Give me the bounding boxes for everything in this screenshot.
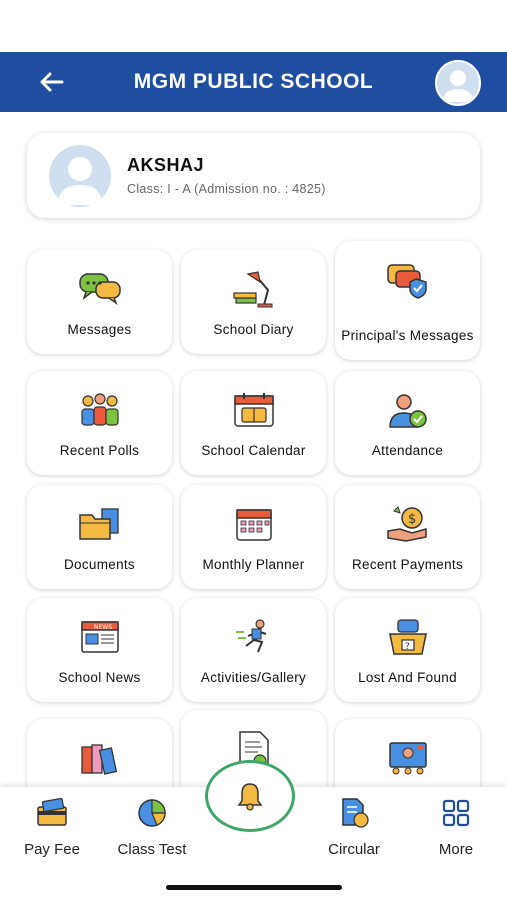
attendance-icon: [388, 394, 427, 428]
tile-label: Recent Polls: [59, 443, 140, 458]
arrow-left-icon: [40, 72, 64, 92]
newspaper-icon: NEWS: [80, 621, 119, 653]
nav-label: Pay Fee: [24, 841, 80, 858]
tile-lost-and-found[interactable]: ? Lost And Found: [335, 598, 480, 702]
tile-school-news[interactable]: NEWS School News: [27, 598, 172, 702]
tile-school-diary[interactable]: School Diary: [181, 250, 326, 354]
nav-pay-fee[interactable]: Pay Fee: [7, 797, 97, 858]
tile-label: Lost And Found: [358, 670, 457, 685]
desk-lamp-icon: [232, 271, 272, 308]
user-avatar-icon: [443, 70, 473, 102]
tile-school-calendar[interactable]: School Calendar: [181, 371, 326, 475]
student-card[interactable]: AKSHAJ Class: I - A (Admission no. : 482…: [27, 133, 480, 218]
chat-bubbles-icon: [78, 273, 121, 306]
svg-text:?: ?: [405, 642, 410, 652]
nav-label: Class Test: [117, 841, 187, 858]
tile-recent-payments[interactable]: $ Recent Payments: [335, 485, 480, 589]
tile-messages[interactable]: Messages: [27, 250, 172, 354]
tile-label: Activities/Gallery: [200, 670, 307, 685]
notifications-button[interactable]: [205, 760, 295, 832]
nav-more[interactable]: More: [411, 797, 501, 858]
tile-activities-gallery[interactable]: Activities/Gallery: [181, 598, 326, 702]
nav-label: Circular: [328, 841, 380, 858]
profile-avatar-button[interactable]: [435, 60, 481, 106]
group-poll-icon: [80, 393, 119, 426]
user-avatar-icon: [58, 156, 102, 205]
money-hand-icon: $: [386, 506, 427, 542]
tile-monthly-planner[interactable]: Monthly Planner: [181, 485, 326, 589]
student-avatar: [49, 144, 111, 207]
tile-label: School News: [58, 670, 141, 685]
back-button[interactable]: [36, 66, 68, 98]
tile-documents[interactable]: Documents: [27, 485, 172, 589]
tile-label: School Calendar: [201, 443, 306, 458]
bell-icon: [237, 783, 263, 811]
tile-recent-polls[interactable]: Recent Polls: [27, 371, 172, 475]
lost-box-icon: ?: [388, 619, 427, 655]
shield-message-icon: [386, 264, 427, 299]
home-indicator[interactable]: [166, 885, 342, 890]
student-class-info: Class: I - A (Admission no. : 4825): [127, 182, 326, 196]
svg-text:$: $: [408, 512, 416, 527]
student-name: AKSHAJ: [127, 155, 205, 175]
video-class-icon: [388, 742, 427, 775]
nav-label: More: [438, 841, 474, 858]
nav-circular[interactable]: Circular: [309, 797, 399, 858]
nav-class-test[interactable]: Class Test: [107, 797, 197, 858]
grid-icon: [442, 799, 470, 827]
pie-chart-icon: [138, 799, 166, 827]
tile-label: Attendance: [371, 443, 444, 458]
books-icon: [80, 744, 117, 775]
tile-attendance[interactable]: Attendance: [335, 371, 480, 475]
tile-principals-messages[interactable]: Principal's Messages: [335, 241, 480, 360]
tile-label: Principal's Messages: [341, 328, 474, 343]
tile-label: Documents: [64, 557, 135, 572]
calendar-icon: [233, 393, 274, 427]
tile-label: School Diary: [213, 322, 294, 337]
tile-label: Recent Payments: [351, 557, 464, 572]
app-header: MGM PUBLIC SCHOOL: [0, 52, 507, 112]
planner-icon: [235, 509, 272, 541]
tile-label: Messages: [67, 322, 132, 337]
card-icon: [37, 797, 67, 826]
folder-icon: [78, 508, 119, 540]
circular-doc-icon: [342, 798, 369, 828]
runner-icon: [235, 619, 266, 653]
tile-label: Monthly Planner: [202, 557, 305, 572]
page-title: MGM PUBLIC SCHOOL: [133, 70, 374, 93]
svg-text:NEWS: NEWS: [94, 624, 112, 631]
